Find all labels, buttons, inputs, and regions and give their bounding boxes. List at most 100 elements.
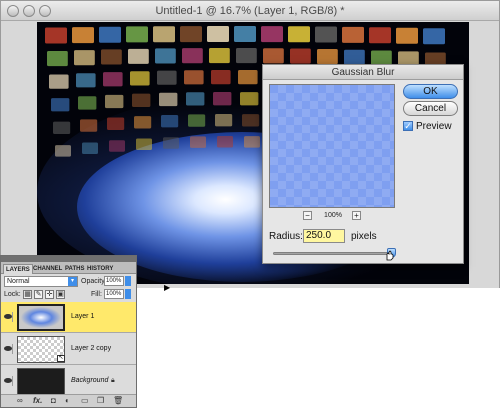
photo-thumbnail <box>344 49 365 65</box>
photo-thumbnail <box>236 48 257 64</box>
radius-label: Radius: <box>269 231 303 242</box>
opacity-field[interactable]: 100% <box>104 276 124 286</box>
photo-thumbnail <box>261 26 283 43</box>
tab-channels[interactable]: CHANNEL <box>31 264 64 274</box>
radius-input[interactable]: 250.0 <box>303 229 345 243</box>
layer-thumbnail <box>17 304 65 331</box>
photo-thumbnail <box>105 94 124 109</box>
photo-thumbnail <box>184 70 204 85</box>
photo-thumbnail <box>49 74 69 89</box>
photo-thumbnail <box>186 92 205 106</box>
tab-paths[interactable]: PATHS <box>63 264 86 274</box>
mask-icon[interactable]: ◘ <box>51 397 56 405</box>
photo-thumbnail <box>288 26 310 43</box>
photo-thumbnail <box>315 26 337 43</box>
dialog-title: Gaussian Blur <box>263 65 463 80</box>
lock-transparency-icon[interactable]: ▦ <box>23 290 32 299</box>
folder-icon[interactable]: ▭ <box>81 397 89 405</box>
photo-thumbnail <box>238 70 258 85</box>
photo-thumbnail <box>76 73 96 88</box>
photo-thumbnail <box>55 145 71 157</box>
lock-pixels-icon[interactable]: ✎ <box>34 290 43 299</box>
panel-tabs: LAYERS CHANNEL PATHS HISTORY <box>1 262 136 274</box>
photo-thumbnail <box>190 136 206 148</box>
photo-thumbnail <box>126 26 148 43</box>
visibility-eye-icon[interactable] <box>3 344 13 354</box>
photo-thumbnail <box>78 96 97 110</box>
photo-thumbnail <box>136 138 152 151</box>
adjustment-icon[interactable]: ◐ <box>65 397 70 405</box>
photo-thumbnail <box>107 117 125 130</box>
tab-history[interactable]: HISTORY <box>85 264 115 274</box>
preview-label: Preview <box>416 121 452 132</box>
layer-thumbnail <box>17 368 65 395</box>
photo-thumbnail <box>47 51 68 67</box>
new-layer-icon[interactable]: ❐ <box>97 397 104 405</box>
photo-thumbnail <box>101 49 122 65</box>
blur-preview[interactable] <box>269 84 395 208</box>
preview-checkbox[interactable]: ✓ <box>403 121 413 132</box>
fill-field[interactable]: 100% <box>104 289 124 299</box>
fill-arrow-icon[interactable] <box>125 289 131 299</box>
photo-thumbnail <box>213 92 232 106</box>
fill-label: Fill: <box>91 291 102 298</box>
photo-thumbnail <box>209 48 230 64</box>
lock-all-icon[interactable]: ▣ <box>56 290 65 299</box>
document-titlebar[interactable]: Untitled-1 @ 16.7% (Layer 1, RGB/8) * <box>1 1 499 21</box>
photo-thumbnail <box>45 27 67 44</box>
preview-checkbox-row[interactable]: ✓ Preview <box>403 121 452 132</box>
blend-mode-select[interactable]: Normal ▾ <box>4 276 78 287</box>
photo-thumbnail <box>128 48 149 64</box>
layer-row-background[interactable]: Background 🔒︎ <box>1 366 136 397</box>
layer-row-layer-2-copy[interactable]: ↖ Layer 2 copy <box>1 334 136 365</box>
photo-thumbnail <box>215 114 233 127</box>
photo-thumbnail <box>134 116 152 129</box>
photo-thumbnail <box>132 93 151 107</box>
layer-name: Layer 2 copy <box>71 345 112 352</box>
photo-thumbnail <box>180 26 202 43</box>
radius-slider-track[interactable] <box>273 252 395 255</box>
photo-thumbnail <box>207 26 229 43</box>
photo-thumbnail <box>396 27 418 44</box>
zoom-out-button[interactable]: − <box>303 211 312 220</box>
document-title: Untitled-1 @ 16.7% (Layer 1, RGB/8) * <box>155 5 345 17</box>
photo-thumbnail <box>159 92 178 107</box>
photo-thumbnail <box>155 48 176 64</box>
status-arrow-icon[interactable]: ▶ <box>164 284 170 292</box>
layer-row-layer-1[interactable]: Layer 1 <box>1 302 136 333</box>
link-icon[interactable]: ∞ <box>17 397 23 405</box>
zoom-level: 100% <box>324 212 342 219</box>
ok-button[interactable]: OK <box>403 84 458 99</box>
layer-name: Background <box>71 377 109 384</box>
photo-thumbnail <box>182 48 203 64</box>
cancel-button[interactable]: Cancel <box>403 101 458 116</box>
photo-thumbnail <box>290 48 311 64</box>
chevron-down-icon[interactable]: ▾ <box>68 277 77 286</box>
photo-thumbnail <box>263 48 284 64</box>
radius-row: Radius: 250.0 pixels <box>269 229 377 243</box>
lock-label: Lock: <box>4 291 21 298</box>
lock-position-icon[interactable]: ✛ <box>45 290 54 299</box>
zoom-in-button[interactable]: + <box>352 211 361 220</box>
trash-icon[interactable]: 🗑︎ <box>113 397 123 405</box>
photo-thumbnail <box>234 26 256 43</box>
lock-icon: 🔒︎ <box>111 377 115 384</box>
photo-thumbnail <box>188 114 206 127</box>
photo-thumbnail <box>53 121 71 134</box>
hand-cursor-icon <box>386 250 394 261</box>
radius-unit-label: pixels <box>351 231 377 242</box>
photo-thumbnail <box>369 27 391 44</box>
fx-icon[interactable]: fx. <box>33 397 42 405</box>
blend-mode-value: Normal <box>7 278 30 285</box>
visibility-eye-icon[interactable] <box>3 312 13 322</box>
zoom-controls: − 100% + <box>303 211 363 221</box>
photo-thumbnail <box>217 136 233 148</box>
layers-panel: LAYERS CHANNEL PATHS HISTORY Normal ▾ Op… <box>0 255 137 408</box>
opacity-arrow-icon[interactable] <box>125 276 131 286</box>
photo-thumbnail <box>157 70 177 85</box>
smart-object-icon: ↖ <box>57 355 65 362</box>
photo-thumbnail <box>244 136 260 148</box>
tab-layers[interactable]: LAYERS <box>3 264 33 274</box>
visibility-eye-icon[interactable] <box>3 376 13 386</box>
opacity-label: Opacity: <box>81 278 107 285</box>
